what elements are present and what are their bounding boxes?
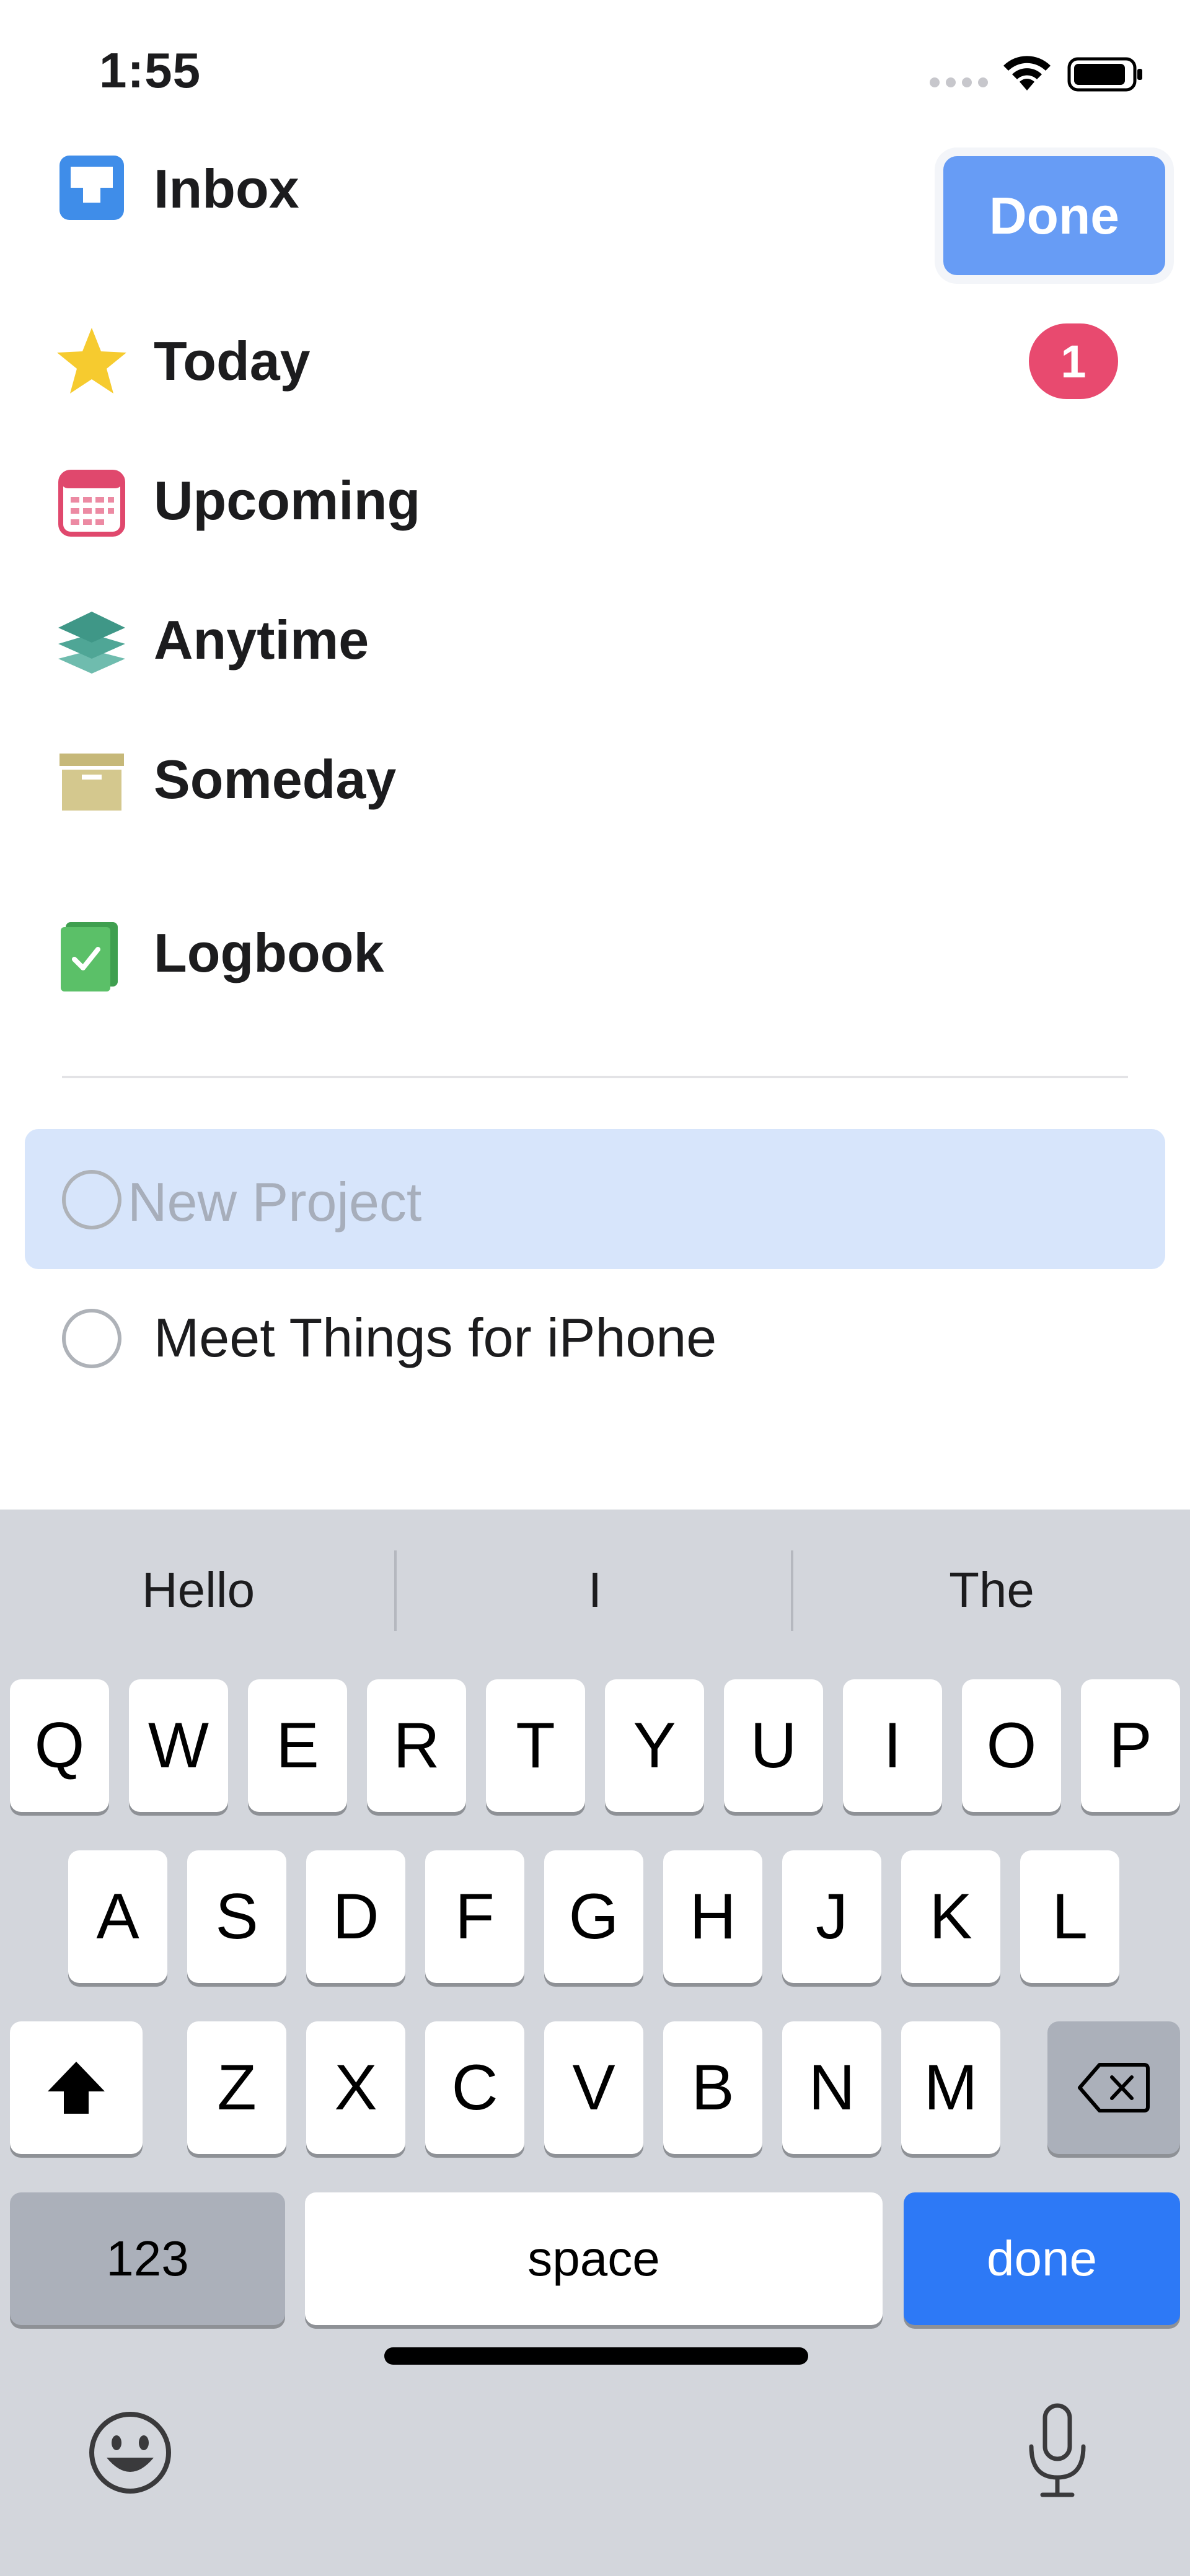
- section-divider: [62, 1076, 1128, 1078]
- delete-backward-icon: [1078, 2063, 1150, 2112]
- key-f[interactable]: F: [425, 1850, 524, 1983]
- project-circle-icon: [62, 1309, 121, 1368]
- key-h[interactable]: H: [663, 1850, 762, 1983]
- key-q[interactable]: Q: [10, 1679, 109, 1812]
- key-v[interactable]: V: [544, 2021, 643, 2154]
- key-i[interactable]: I: [843, 1679, 942, 1812]
- status-bar: 1:55: [0, 0, 1190, 143]
- shift-arrow-icon: [48, 2062, 105, 2114]
- key-o[interactable]: O: [962, 1679, 1061, 1812]
- sidebar-item-label: Inbox: [154, 158, 299, 219]
- key-p[interactable]: P: [1081, 1679, 1180, 1812]
- space-key[interactable]: space: [305, 2192, 883, 2325]
- home-indicator[interactable]: [384, 2347, 808, 2365]
- sidebar-item-today[interactable]: Today: [0, 301, 1190, 424]
- layers-icon: [58, 612, 125, 674]
- calendar-icon: [58, 470, 125, 537]
- key-z[interactable]: Z: [187, 2021, 286, 2154]
- key-w[interactable]: W: [129, 1679, 228, 1812]
- suggestion-bar: Hello I The: [0, 1510, 1190, 1677]
- key-j[interactable]: J: [782, 1850, 881, 1983]
- today-count-badge: 1: [1029, 323, 1118, 399]
- sidebar-item-label: Upcoming: [154, 470, 421, 531]
- sidebar-item-inbox[interactable]: Inbox: [0, 126, 1190, 250]
- key-u[interactable]: U: [724, 1679, 823, 1812]
- archive-box-icon: [60, 754, 124, 811]
- sidebar-item-someday[interactable]: Someday: [0, 719, 1190, 843]
- key-s[interactable]: S: [187, 1850, 286, 1983]
- microphone-icon[interactable]: [1020, 2402, 1095, 2501]
- key-e[interactable]: E: [248, 1679, 347, 1812]
- sidebar-item-label: Someday: [154, 749, 397, 810]
- keyboard: Hello I The Q W E R T Y U I O P A S D F …: [0, 1510, 1190, 2576]
- sidebar-item-upcoming[interactable]: Upcoming: [0, 440, 1190, 564]
- project-circle-icon: [62, 1170, 121, 1229]
- wifi-icon: [1003, 56, 1051, 90]
- key-t[interactable]: T: [486, 1679, 585, 1812]
- suggestion-item[interactable]: The: [793, 1547, 1190, 1633]
- key-g[interactable]: G: [544, 1850, 643, 1983]
- sidebar-item-label: Anytime: [154, 609, 369, 670]
- emoji-icon[interactable]: [87, 2409, 174, 2496]
- key-b[interactable]: B: [663, 2021, 762, 2154]
- sidebar-item-logbook[interactable]: Logbook: [0, 892, 1190, 1016]
- new-project-input[interactable]: [128, 1171, 1119, 1233]
- key-y[interactable]: Y: [605, 1679, 704, 1812]
- cellular-signal-icon: [930, 77, 988, 87]
- star-icon: [57, 328, 126, 393]
- backspace-key[interactable]: [1047, 2021, 1180, 2154]
- project-item[interactable]: Meet Things for iPhone: [154, 1311, 716, 1365]
- keyboard-done-key[interactable]: done: [904, 2192, 1180, 2325]
- key-r[interactable]: R: [367, 1679, 466, 1812]
- key-n[interactable]: N: [782, 2021, 881, 2154]
- logbook-check-icon: [61, 922, 118, 991]
- suggestion-item[interactable]: I: [397, 1547, 793, 1633]
- key-m[interactable]: M: [901, 2021, 1000, 2154]
- shift-key[interactable]: [10, 2021, 143, 2154]
- sidebar-item-label: Today: [154, 330, 311, 392]
- key-x[interactable]: X: [306, 2021, 405, 2154]
- sidebar-item-anytime[interactable]: Anytime: [0, 579, 1190, 703]
- suggestion-item[interactable]: Hello: [0, 1547, 397, 1633]
- key-d[interactable]: D: [306, 1850, 405, 1983]
- key-a[interactable]: A: [68, 1850, 167, 1983]
- key-k[interactable]: K: [901, 1850, 1000, 1983]
- status-time: 1:55: [99, 43, 201, 98]
- numbers-key[interactable]: 123: [10, 2192, 285, 2325]
- battery-icon: [1067, 57, 1142, 92]
- key-l[interactable]: L: [1020, 1850, 1119, 1983]
- inbox-icon: [60, 156, 124, 220]
- sidebar-item-label: Logbook: [154, 922, 384, 983]
- key-c[interactable]: C: [425, 2021, 524, 2154]
